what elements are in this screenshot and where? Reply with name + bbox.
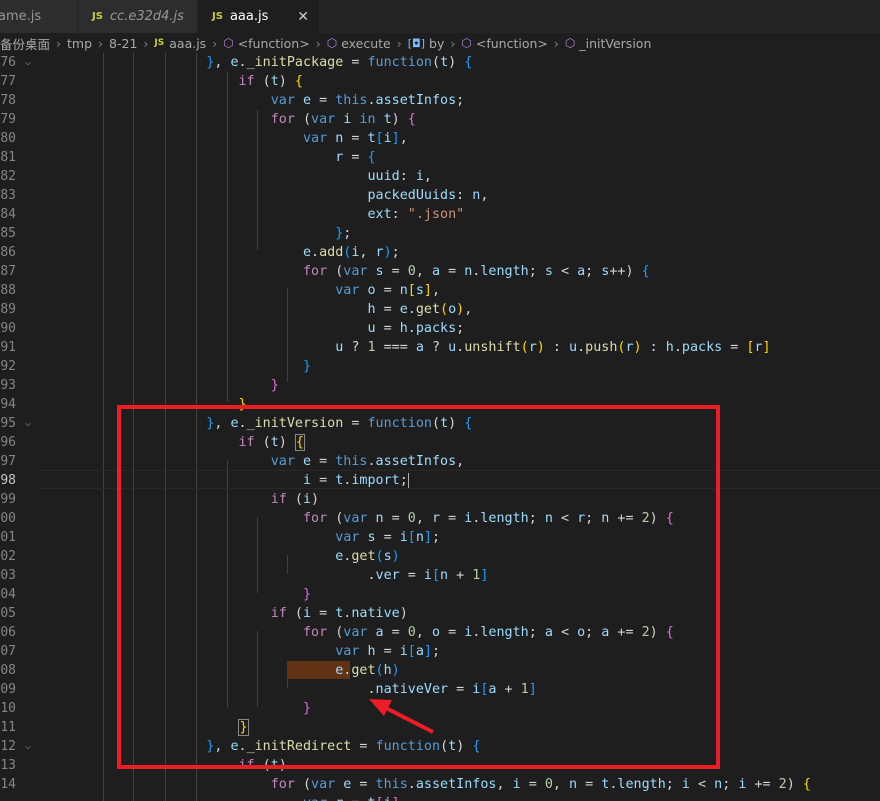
arrow-shaft [381, 704, 434, 734]
annotation-arrow [369, 699, 434, 734]
